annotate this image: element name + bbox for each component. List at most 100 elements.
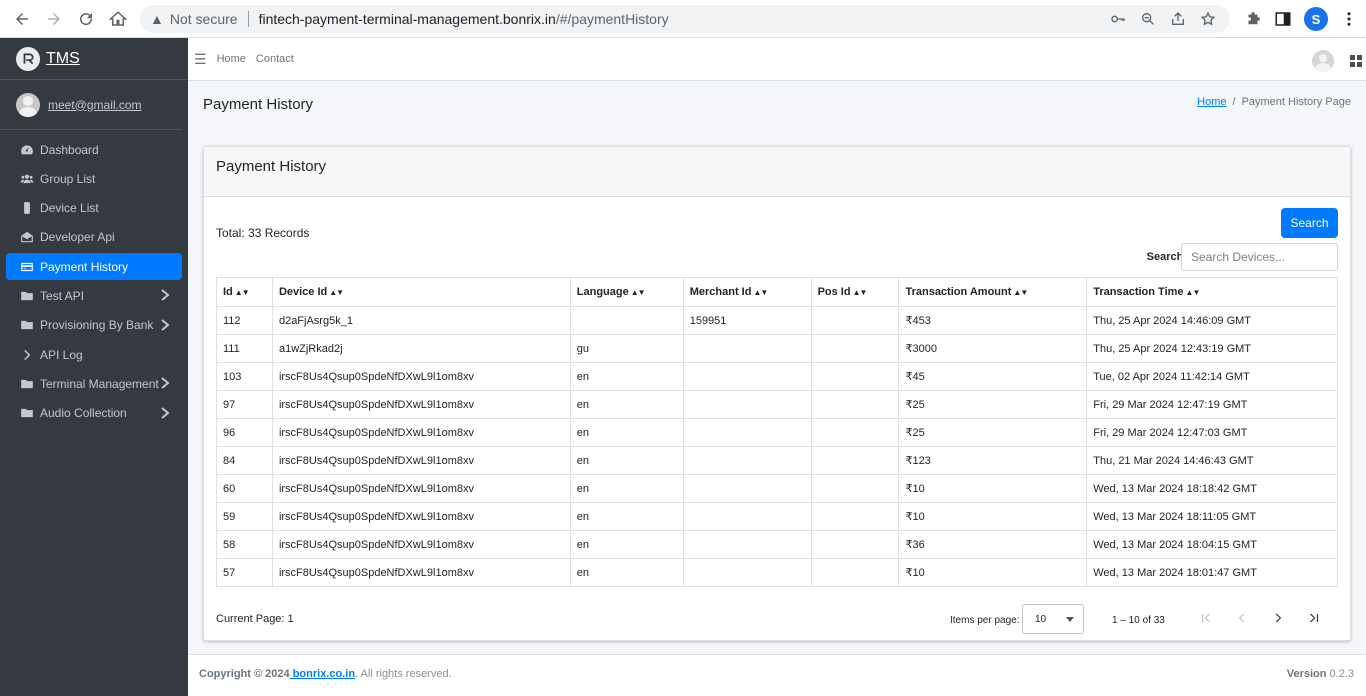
column-header[interactable]: Language ▲▼ — [569, 277, 684, 307]
extensions-icon[interactable] — [1244, 10, 1262, 28]
table-cell: Wed, 13 Mar 2024 18:04:15 GMT — [1086, 530, 1338, 559]
payment-history-card: Payment History Total: 33 Records Search… — [203, 146, 1351, 641]
column-header[interactable]: Merchant Id ▲▼ — [682, 277, 812, 307]
zoom-icon[interactable] — [1140, 11, 1156, 27]
key-icon[interactable] — [1110, 11, 1126, 27]
total-records: Total: 33 Records — [216, 226, 310, 240]
nav-contact-link[interactable]: Contact — [256, 53, 294, 65]
sort-icon[interactable]: ▲▼ — [235, 288, 250, 297]
brand-name: TMS — [46, 49, 80, 67]
user-panel[interactable]: meet@gmail.com — [0, 80, 182, 130]
table-row: 60 irscF8Us4Qsup0SpdeNfDXwL9l1om8xv en ₹10 W… — [216, 474, 1338, 503]
sort-icon[interactable]: ▲▼ — [753, 288, 768, 297]
user-menu-avatar[interactable] — [1312, 50, 1334, 72]
sidebar-item-label: Group List — [40, 171, 96, 186]
sidebar-item-terminal-management[interactable]: Terminal Management — [6, 370, 182, 397]
column-header[interactable]: Transaction Time ▲▼ — [1086, 277, 1338, 307]
sidebar-item-label: Dashboard — [40, 142, 99, 157]
table-cell — [810, 334, 900, 363]
forward-icon[interactable] — [38, 3, 70, 35]
table-cell: 97 — [216, 390, 273, 419]
next-page-icon[interactable] — [1270, 610, 1286, 626]
kebab-menu-icon[interactable] — [1340, 10, 1358, 28]
search-input[interactable] — [1181, 243, 1338, 271]
table-cell: 111 — [216, 334, 273, 363]
home-icon[interactable] — [102, 3, 134, 35]
sidebar-item-audio-collection[interactable]: Audio Collection — [6, 400, 182, 427]
reload-icon[interactable] — [70, 3, 102, 35]
sort-icon[interactable]: ▲▼ — [1186, 288, 1201, 297]
footer-link[interactable]: bonrix.co.in — [290, 668, 355, 680]
version-label: Version — [1286, 668, 1327, 680]
table-cell — [810, 306, 900, 335]
table-cell — [682, 446, 812, 475]
sort-icon[interactable]: ▲▼ — [1013, 288, 1028, 297]
url-path: /#/paymentHistory — [555, 11, 669, 27]
table-row: 84 irscF8Us4Qsup0SpdeNfDXwL9l1om8xv en ₹123… — [216, 446, 1338, 475]
share-icon[interactable] — [1170, 11, 1186, 27]
sidebar-item-payment-history[interactable]: Payment History — [6, 253, 182, 281]
sidebar-item-label: Terminal Management — [40, 376, 159, 391]
sort-icon[interactable]: ▲▼ — [329, 288, 344, 297]
sidebar-item-label: Test API — [40, 288, 85, 303]
items-per-page-select[interactable]: 10 — [1022, 604, 1084, 634]
profile-avatar[interactable]: S — [1304, 7, 1328, 31]
table-cell: 59 — [216, 502, 273, 531]
hamburger-icon[interactable]: ☰ — [194, 51, 207, 68]
sidebar-item-developer-api[interactable]: Developer Api — [6, 224, 182, 251]
back-icon[interactable] — [6, 3, 38, 35]
table-cell — [682, 390, 812, 419]
sidebar-item-provisioning-by-bank[interactable]: Provisioning By Bank — [6, 312, 182, 339]
folder-icon — [20, 318, 34, 332]
browser-toolbar: ▲ Not secure fintech-payment-terminal-ma… — [0, 0, 1366, 38]
users-icon — [20, 172, 34, 186]
sort-icon[interactable]: ▲▼ — [631, 288, 646, 297]
brand-link[interactable]: TMS — [0, 38, 188, 80]
table-cell: irscF8Us4Qsup0SpdeNfDXwL9l1om8xv — [271, 362, 571, 391]
sidebar-item-group-list[interactable]: Group List — [6, 165, 182, 192]
sidebar-item-device-list[interactable]: Device List — [6, 195, 182, 222]
nav-home-link[interactable]: Home — [217, 53, 246, 65]
dashboard-icon — [20, 143, 34, 157]
address-bar[interactable]: ▲ Not secure fintech-payment-terminal-ma… — [140, 5, 1230, 33]
sidebar-item-api-log[interactable]: API Log — [6, 341, 182, 368]
table-cell: 159951 — [682, 306, 812, 335]
sidebar-menu: Dashboard Group List Device List Developer … — [0, 130, 188, 435]
table-cell — [682, 474, 812, 503]
last-page-icon[interactable] — [1306, 610, 1322, 626]
current-page: Current Page: 1 — [216, 613, 294, 625]
sidebar-item-test-api[interactable]: Test API — [6, 282, 182, 309]
column-header[interactable]: Id ▲▼ — [216, 277, 273, 307]
column-header[interactable]: Transaction Amount ▲▼ — [898, 277, 1088, 307]
mobile-icon — [20, 201, 34, 215]
column-header-label: Transaction Amount — [905, 286, 1012, 298]
breadcrumb-home-link[interactable]: Home — [1197, 96, 1226, 108]
column-header-label: Id — [223, 286, 233, 298]
table-row: 103 irscF8Us4Qsup0SpdeNfDXwL9l1om8xv en ₹45… — [216, 362, 1338, 391]
user-email[interactable]: meet@gmail.com — [48, 98, 142, 112]
table-cell: ₹10 — [898, 474, 1088, 503]
security-label: Not secure — [169, 11, 238, 27]
star-icon[interactable] — [1200, 11, 1216, 27]
apps-grid-icon[interactable] — [1350, 55, 1362, 67]
column-header[interactable]: Pos Id ▲▼ — [810, 277, 900, 307]
sort-icon[interactable]: ▲▼ — [853, 288, 868, 297]
table-cell: 103 — [216, 362, 273, 391]
search-button[interactable]: Search — [1281, 208, 1338, 238]
previous-page-icon[interactable] — [1234, 610, 1250, 626]
payment-table: Id ▲▼ Device Id ▲▼ Language ▲▼ Merchant Id ▲▼ Po… — [216, 277, 1338, 587]
column-header[interactable]: Device Id ▲▼ — [271, 277, 571, 307]
items-per-page-label: Items per page: — [950, 615, 1020, 626]
table-cell: en — [569, 362, 684, 391]
column-header-label: Language — [576, 286, 629, 298]
first-page-icon[interactable] — [1198, 610, 1214, 626]
table-cell: d2aFjAsrg5k_1 — [271, 306, 571, 335]
table-cell: ₹10 — [898, 502, 1088, 531]
side-panel-icon[interactable] — [1274, 10, 1292, 28]
table-cell: Wed, 13 Mar 2024 18:18:42 GMT — [1086, 474, 1338, 503]
column-header-label: Device Id — [278, 286, 328, 298]
sidebar-item-dashboard[interactable]: Dashboard — [6, 136, 182, 163]
brand-logo-icon — [16, 46, 40, 71]
table-cell: irscF8Us4Qsup0SpdeNfDXwL9l1om8xv — [271, 558, 571, 587]
url-host: fintech-payment-terminal-management.bonr… — [258, 11, 556, 27]
